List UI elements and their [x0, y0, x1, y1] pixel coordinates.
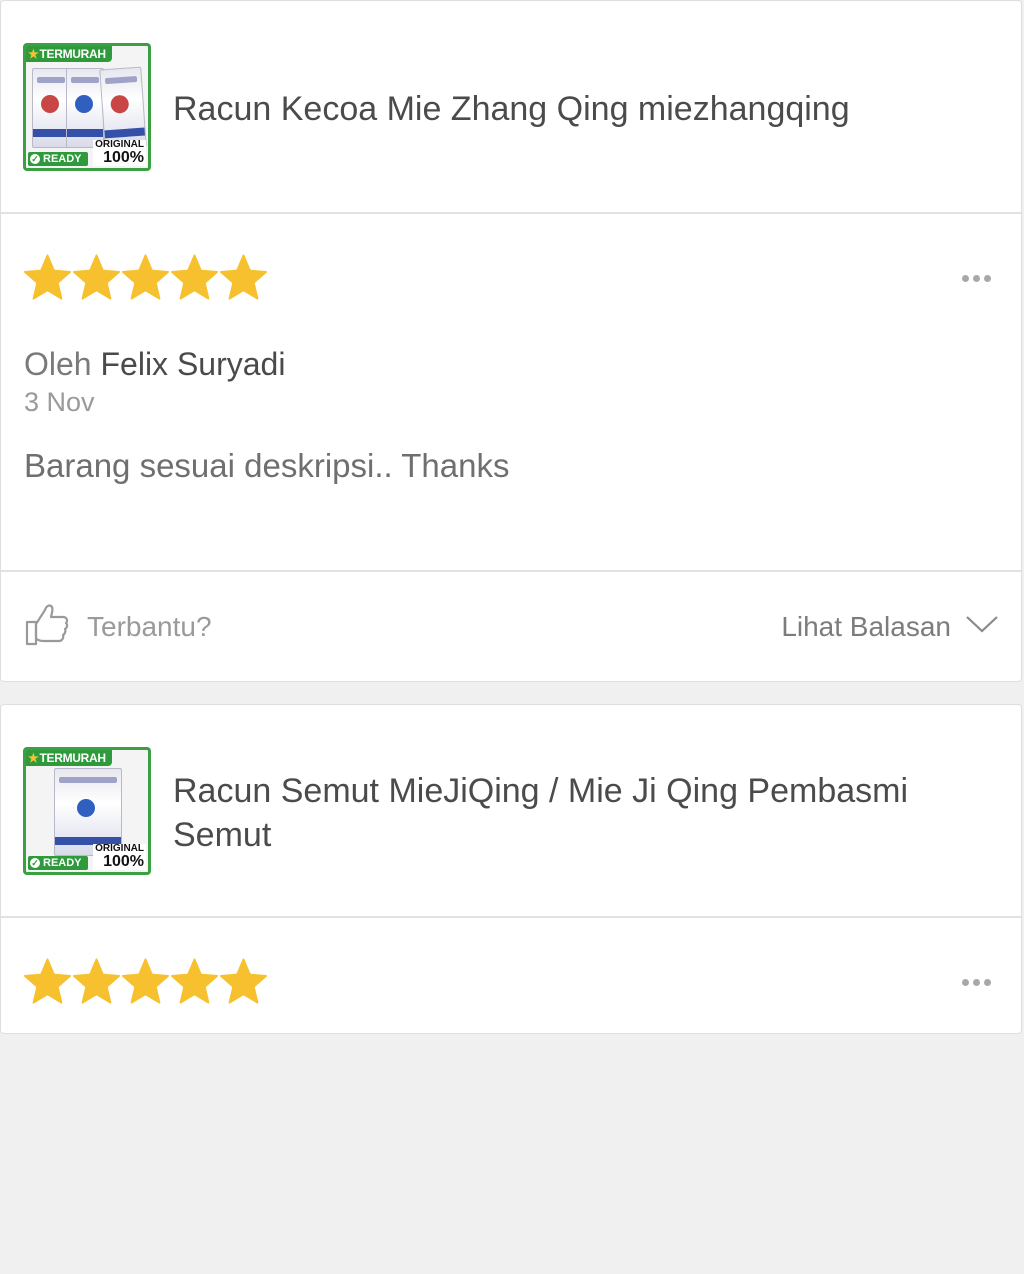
badge-termurah: ★TERMURAH [26, 750, 112, 766]
review-card: ★TERMURAH ✓ READY ORIGINAL 100% Racun Sem… [0, 704, 1022, 1034]
star-icon: ★ [28, 751, 39, 765]
badge-termurah: ★TERMURAH [26, 46, 112, 62]
product-title[interactable]: Racun Kecoa Mie Zhang Qing miezhangqing [173, 87, 991, 131]
star-icon [72, 958, 121, 1004]
badge-original: ORIGINAL 100% [93, 843, 146, 870]
badge-ready: ✓ READY [28, 152, 88, 166]
product-thumbnail[interactable]: ★TERMURAH ✓ READY ORIGINAL 100% [23, 43, 151, 171]
review-comment: Barang sesuai deskripsi.. Thanks [24, 447, 510, 484]
reviewer-name: Felix Suryadi [100, 346, 286, 382]
product-pack-image [66, 68, 104, 148]
star-icon [23, 958, 72, 1004]
check-icon: ✓ [30, 858, 40, 868]
review-date: 3 Nov [24, 387, 95, 417]
product-row[interactable]: ★TERMURAH ✓ READY ORIGINAL 100% Racun Sem… [1, 705, 1021, 918]
badge-ready: ✓ READY [28, 856, 88, 870]
product-thumbnail[interactable]: ★TERMURAH ✓ READY ORIGINAL 100% [23, 747, 151, 875]
chevron-down-icon[interactable] [965, 614, 999, 634]
star-icon: ★ [28, 47, 39, 61]
star-icon [170, 958, 219, 1004]
star-icon [23, 254, 72, 300]
reviewer-line: Oleh Felix Suryadi [24, 344, 285, 384]
star-icon [121, 254, 170, 300]
star-rating [23, 956, 268, 1008]
product-pack-image [32, 68, 70, 148]
thumbs-up-icon[interactable] [23, 600, 71, 648]
check-icon: ✓ [30, 154, 40, 164]
see-replies-button[interactable]: Lihat Balasan [781, 610, 951, 644]
review-body [1, 918, 1021, 1274]
review-body: Oleh Felix Suryadi 3 Nov Barang sesuai d… [1, 214, 1021, 572]
star-icon [219, 958, 268, 1004]
review-footer: Terbantu? Lihat Balasan [1, 572, 1021, 682]
badge-original: ORIGINAL 100% [93, 139, 146, 166]
star-icon [219, 254, 268, 300]
by-prefix: Oleh [24, 346, 92, 382]
helpful-button[interactable]: Terbantu? [87, 610, 212, 644]
star-icon [170, 254, 219, 300]
product-row[interactable]: ★TERMURAH ✓ READY ORIGINAL 100% Racun Kec… [1, 1, 1021, 214]
ellipsis-icon[interactable] [962, 979, 991, 986]
star-icon [121, 958, 170, 1004]
product-title[interactable]: Racun Semut MieJiQing / Mie Ji Qing Pemb… [173, 769, 991, 857]
review-card: ★TERMURAH ✓ READY ORIGINAL 100% Racun Kec… [0, 0, 1022, 682]
star-icon [72, 254, 121, 300]
product-pack-image [99, 66, 147, 150]
star-rating [23, 252, 268, 304]
ellipsis-icon[interactable] [962, 275, 991, 282]
